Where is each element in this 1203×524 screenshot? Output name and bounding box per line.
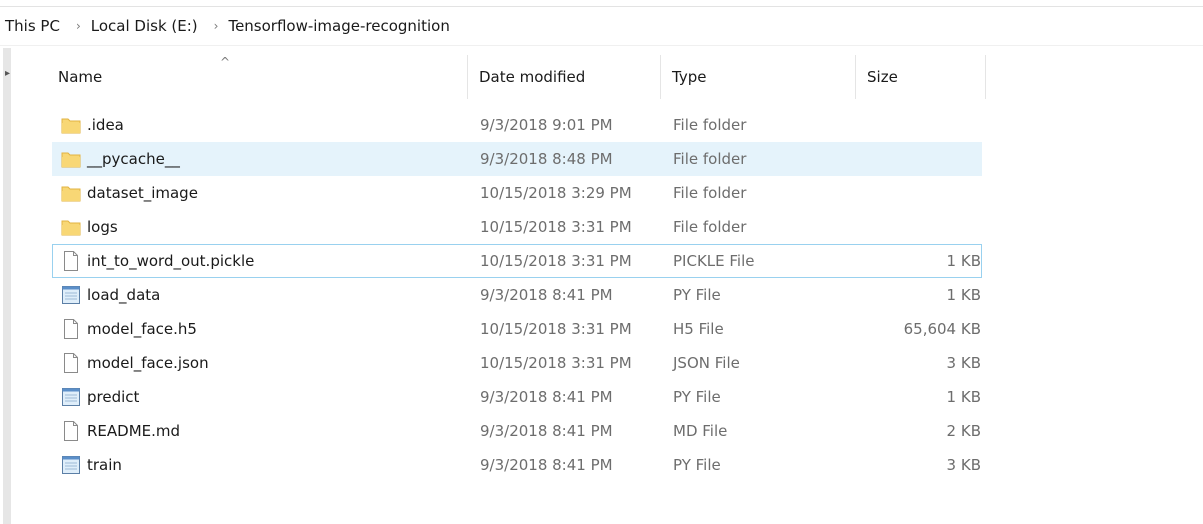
file-date-modified: 9/3/2018 8:48 PM bbox=[480, 150, 613, 168]
file-name: model_face.json bbox=[87, 354, 209, 372]
file-date-modified: 10/15/2018 3:31 PM bbox=[480, 320, 632, 338]
file-name-cell: model_face.json bbox=[53, 352, 469, 374]
file-name-cell: .idea bbox=[53, 114, 469, 136]
file-name: model_face.h5 bbox=[87, 320, 197, 338]
file-name-cell: load_data bbox=[53, 284, 469, 306]
column-header-size-label: Size bbox=[867, 68, 898, 86]
breadcrumb-item-local-disk[interactable]: Local Disk (E:) bbox=[91, 17, 204, 35]
file-type: JSON File bbox=[673, 354, 740, 372]
file-type: PICKLE File bbox=[673, 252, 755, 270]
file-date-modified: 9/3/2018 8:41 PM bbox=[480, 388, 613, 406]
file-row[interactable]: train 9/3/2018 8:41 PM PY File 3 KB bbox=[52, 448, 982, 482]
file-icon bbox=[61, 318, 81, 340]
navigation-pane-edge: ▸ bbox=[0, 48, 16, 524]
breadcrumb-item-current-folder[interactable]: Tensorflow-image-recognition bbox=[228, 17, 455, 35]
file-name: train bbox=[87, 456, 122, 474]
file-name-cell: model_face.h5 bbox=[53, 318, 469, 340]
file-row[interactable]: predict 9/3/2018 8:41 PM PY File 1 KB bbox=[52, 380, 982, 414]
file-size: 1 KB bbox=[946, 252, 981, 270]
file-size: 65,604 KB bbox=[903, 320, 981, 338]
file-date-modified: 10/15/2018 3:31 PM bbox=[480, 354, 632, 372]
expand-caret-icon[interactable]: ▸ bbox=[5, 68, 10, 79]
file-date-modified: 9/3/2018 8:41 PM bbox=[480, 286, 613, 304]
column-header-name[interactable]: Name ^ bbox=[52, 55, 468, 99]
file-name: dataset_image bbox=[87, 184, 198, 202]
column-header-name-label: Name bbox=[58, 68, 103, 86]
breadcrumb-chevron-icon[interactable]: › bbox=[66, 19, 91, 33]
file-row[interactable]: model_face.h5 10/15/2018 3:31 PM H5 File 65… bbox=[52, 312, 982, 346]
folder-icon bbox=[61, 182, 81, 204]
address-breadcrumb[interactable]: This PC › Local Disk (E:) › Tensorflow-i… bbox=[0, 7, 1203, 46]
python-file-icon bbox=[61, 284, 81, 306]
file-name-cell: logs bbox=[53, 216, 469, 238]
python-file-icon bbox=[61, 386, 81, 408]
file-name: README.md bbox=[87, 422, 181, 440]
file-name: int_to_word_out.pickle bbox=[87, 252, 255, 270]
file-type: File folder bbox=[673, 116, 747, 134]
file-type: MD File bbox=[673, 422, 728, 440]
folder-icon bbox=[61, 114, 81, 136]
file-date-modified: 9/3/2018 9:01 PM bbox=[480, 116, 613, 134]
file-row[interactable]: dataset_image 10/15/2018 3:29 PM File fold… bbox=[52, 176, 982, 210]
file-name-cell: int_to_word_out.pickle bbox=[53, 250, 469, 272]
file-size: 3 KB bbox=[946, 456, 981, 474]
file-list: .idea 9/3/2018 9:01 PM File folder __pycach… bbox=[52, 108, 982, 482]
file-size: 3 KB bbox=[946, 354, 981, 372]
file-row[interactable]: README.md 9/3/2018 8:41 PM MD File 2 KB bbox=[52, 414, 982, 448]
file-type: PY File bbox=[673, 456, 721, 474]
file-date-modified: 10/15/2018 3:31 PM bbox=[480, 252, 632, 270]
column-header-row: Name ^ Date modified Type Size bbox=[52, 55, 988, 99]
file-name: .idea bbox=[87, 116, 124, 134]
file-name-cell: predict bbox=[53, 386, 469, 408]
column-header-type-label: Type bbox=[672, 68, 707, 86]
column-header-date-label: Date modified bbox=[479, 68, 586, 86]
column-header-date-modified[interactable]: Date modified bbox=[468, 55, 661, 99]
file-name: logs bbox=[87, 218, 118, 236]
file-row[interactable]: logs 10/15/2018 3:31 PM File folder bbox=[52, 210, 982, 244]
file-type: PY File bbox=[673, 388, 721, 406]
window-top-edge bbox=[0, 0, 1203, 7]
file-name: predict bbox=[87, 388, 140, 406]
file-icon bbox=[61, 250, 81, 272]
file-icon bbox=[61, 352, 81, 374]
file-name-cell: README.md bbox=[53, 420, 469, 442]
column-header-size[interactable]: Size bbox=[856, 55, 986, 99]
folder-icon bbox=[61, 216, 81, 238]
file-type: File folder bbox=[673, 150, 747, 168]
file-type: PY File bbox=[673, 286, 721, 304]
file-row[interactable]: int_to_word_out.pickle 10/15/2018 3:31 PM… bbox=[52, 244, 982, 278]
file-icon bbox=[61, 420, 81, 442]
file-name: load_data bbox=[87, 286, 161, 304]
column-header-type[interactable]: Type bbox=[661, 55, 856, 99]
file-name-cell: __pycache__ bbox=[53, 148, 469, 170]
file-name: __pycache__ bbox=[87, 150, 180, 168]
file-row[interactable]: model_face.json 10/15/2018 3:31 PM JSON Fi… bbox=[52, 346, 982, 380]
file-type: File folder bbox=[673, 218, 747, 236]
file-type: H5 File bbox=[673, 320, 724, 338]
file-row[interactable]: .idea 9/3/2018 9:01 PM File folder bbox=[52, 108, 982, 142]
folder-icon bbox=[61, 148, 81, 170]
python-file-icon bbox=[61, 454, 81, 476]
file-date-modified: 9/3/2018 8:41 PM bbox=[480, 456, 613, 474]
sort-ascending-icon: ^ bbox=[220, 55, 231, 69]
file-size: 1 KB bbox=[946, 286, 981, 304]
file-date-modified: 10/15/2018 3:29 PM bbox=[480, 184, 632, 202]
file-type: File folder bbox=[673, 184, 747, 202]
breadcrumb-chevron-icon[interactable]: › bbox=[204, 19, 229, 33]
file-row[interactable]: load_data 9/3/2018 8:41 PM PY File 1 KB bbox=[52, 278, 982, 312]
file-date-modified: 9/3/2018 8:41 PM bbox=[480, 422, 613, 440]
file-name-cell: train bbox=[53, 454, 469, 476]
navigation-pane-scrollbar[interactable] bbox=[3, 48, 11, 524]
file-date-modified: 10/15/2018 3:31 PM bbox=[480, 218, 632, 236]
file-size: 1 KB bbox=[946, 388, 981, 406]
breadcrumb-item-this-pc[interactable]: This PC bbox=[0, 17, 66, 35]
file-size: 2 KB bbox=[946, 422, 981, 440]
file-row[interactable]: __pycache__ 9/3/2018 8:48 PM File folder bbox=[52, 142, 982, 176]
file-name-cell: dataset_image bbox=[53, 182, 469, 204]
